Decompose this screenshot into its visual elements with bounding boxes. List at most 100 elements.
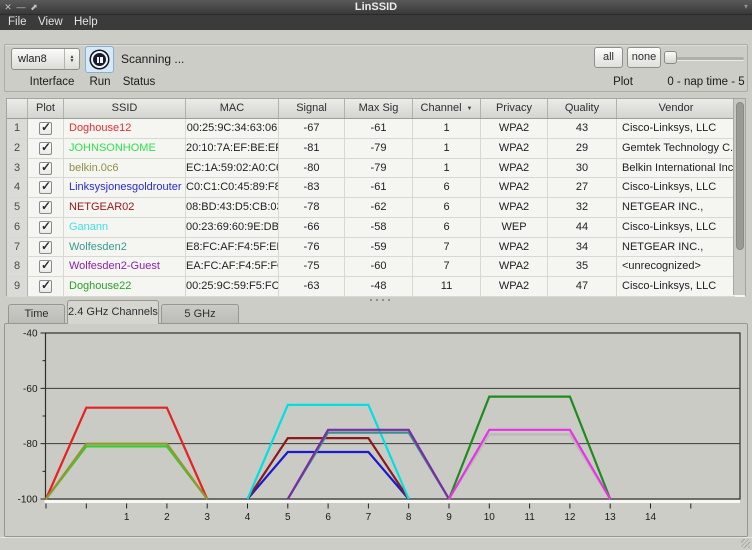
naptime-slider-handle[interactable] bbox=[664, 51, 677, 64]
splitter-grip-icon bbox=[370, 299, 390, 301]
cell-maxsig: -59 bbox=[345, 238, 413, 258]
menu-file[interactable]: File bbox=[4, 15, 31, 30]
menu-view[interactable]: View bbox=[34, 15, 67, 30]
cell-channel: 7 bbox=[413, 238, 481, 258]
row-number: 4 bbox=[7, 178, 28, 198]
cell-mac: 20:10:7A:EF:BE:EF bbox=[186, 139, 279, 159]
table-row[interactable]: 9Doghouse2200:25:9C:59:F5:FC-63-4811WPA2… bbox=[7, 277, 745, 297]
cell-privacy: WPA2 bbox=[481, 178, 548, 198]
header-vendor[interactable]: Vendor bbox=[617, 99, 735, 118]
cell-privacy: WPA2 bbox=[481, 257, 548, 277]
plot-checkbox[interactable] bbox=[39, 241, 52, 254]
cell-quality: 43 bbox=[548, 119, 617, 139]
cell-ssid: Linksysjonesgoldrouter bbox=[64, 178, 186, 198]
cell-ssid: Wolfesden2-Guest bbox=[64, 257, 186, 277]
status-strip bbox=[0, 537, 752, 550]
table-row[interactable]: 3belkin.0c6EC:1A:59:02:A0:C6-80-791WPA23… bbox=[7, 159, 745, 179]
cell-mac: E8:FC:AF:F4:5F:EF bbox=[186, 238, 279, 258]
plot-all-button[interactable]: all bbox=[594, 47, 623, 68]
plot-checkbox[interactable] bbox=[39, 181, 52, 194]
app-window: ✕ — ⬈ LinSSID ▾ File View Help wlan8 ▲ ▼… bbox=[0, 0, 752, 550]
row-number: 8 bbox=[7, 257, 28, 277]
table-row[interactable]: 8Wolfesden2-GuestEA:FC:AF:F4:5F:F0-75-60… bbox=[7, 257, 745, 277]
plot-checkbox[interactable] bbox=[39, 201, 52, 214]
spinner-arrows-icon[interactable]: ▲ ▼ bbox=[64, 49, 79, 69]
plot-checkbox[interactable] bbox=[39, 260, 52, 273]
cell-quality: 47 bbox=[548, 277, 617, 297]
run-button[interactable] bbox=[85, 46, 114, 73]
row-number: 7 bbox=[7, 238, 28, 258]
header-maxsig[interactable]: Max Sig bbox=[345, 99, 413, 118]
cell-channel: 6 bbox=[413, 198, 481, 218]
resize-grip-icon[interactable] bbox=[741, 539, 750, 548]
cell-plot[interactable] bbox=[28, 218, 64, 238]
cell-plot[interactable] bbox=[28, 198, 64, 218]
header-rownum bbox=[7, 99, 28, 118]
table-row[interactable]: 5NETGEAR0208:BD:43:D5:CB:03-78-626WPA232… bbox=[7, 198, 745, 218]
tab-5ghz-channels[interactable]: 5 GHz Channels bbox=[161, 304, 239, 324]
table-row[interactable]: 2JOHNSONHOME20:10:7A:EF:BE:EF-81-791WPA2… bbox=[7, 139, 745, 159]
cell-ssid: Doghouse12 bbox=[64, 119, 186, 139]
row-number: 2 bbox=[7, 139, 28, 159]
cell-ssid: Wolfesden2 bbox=[64, 238, 186, 258]
tab-24ghz-channels[interactable]: 2.4 GHz Channels bbox=[67, 300, 159, 324]
cell-signal: -75 bbox=[279, 257, 345, 277]
window-title: LinSSID bbox=[0, 1, 752, 13]
cell-quality: 29 bbox=[548, 139, 617, 159]
spin-down-icon[interactable]: ▼ bbox=[70, 59, 75, 63]
cell-channel: 1 bbox=[413, 139, 481, 159]
cell-vendor: Cisco-Linksys, LLC bbox=[617, 178, 735, 198]
pause-icon bbox=[91, 51, 108, 68]
cell-ssid: JOHNSONHOME bbox=[64, 139, 186, 159]
cell-maxsig: -61 bbox=[345, 119, 413, 139]
chevron-down-icon[interactable]: ▾ bbox=[744, 2, 748, 11]
header-ssid[interactable]: SSID bbox=[64, 99, 186, 118]
plot-checkbox[interactable] bbox=[39, 142, 52, 155]
header-plot[interactable]: Plot bbox=[28, 99, 64, 118]
cell-mac: 00:25:9C:34:63:06 bbox=[186, 119, 279, 139]
cell-channel: 6 bbox=[413, 178, 481, 198]
plot-checkbox[interactable] bbox=[39, 280, 52, 293]
cell-channel: 1 bbox=[413, 119, 481, 139]
header-quality[interactable]: Quality bbox=[548, 99, 617, 118]
header-mac[interactable]: MAC bbox=[186, 99, 279, 118]
table-row[interactable]: 6Ganann00:23:69:60:9E:DB-66-586WEP44Cisc… bbox=[7, 218, 745, 238]
interface-select[interactable]: wlan8 ▲ ▼ bbox=[11, 48, 80, 70]
menu-help[interactable]: Help bbox=[70, 15, 102, 30]
plot-checkbox[interactable] bbox=[39, 162, 52, 175]
table-scrollbar[interactable] bbox=[733, 99, 745, 295]
header-privacy[interactable]: Privacy bbox=[481, 99, 548, 118]
plot-checkbox[interactable] bbox=[39, 122, 52, 135]
sort-desc-icon: ▼ bbox=[467, 106, 473, 112]
cell-plot[interactable] bbox=[28, 178, 64, 198]
interface-label: Interface bbox=[23, 76, 81, 88]
cell-mac: 00:23:69:60:9E:DB bbox=[186, 218, 279, 238]
cell-plot[interactable] bbox=[28, 257, 64, 277]
cell-mac: C0:C1:C0:45:89:F8 bbox=[186, 178, 279, 198]
table-row[interactable]: 7Wolfesden2E8:FC:AF:F4:5F:EF-76-597WPA23… bbox=[7, 238, 745, 258]
plot-label: Plot bbox=[603, 76, 643, 88]
cell-plot[interactable] bbox=[28, 139, 64, 159]
plot-checkbox[interactable] bbox=[39, 221, 52, 234]
cell-maxsig: -58 bbox=[345, 218, 413, 238]
cell-plot[interactable] bbox=[28, 119, 64, 139]
cell-plot[interactable] bbox=[28, 277, 64, 297]
cell-quality: 30 bbox=[548, 159, 617, 179]
title-bar[interactable]: ✕ — ⬈ LinSSID ▾ bbox=[0, 0, 752, 15]
cell-ssid: Doghouse22 bbox=[64, 277, 186, 297]
cell-signal: -81 bbox=[279, 139, 345, 159]
header-signal[interactable]: Signal bbox=[279, 99, 345, 118]
table-scrollbar-thumb[interactable] bbox=[736, 102, 744, 250]
plot-none-button[interactable]: none bbox=[627, 47, 661, 68]
tab-time-graph[interactable]: Time Graph bbox=[8, 304, 65, 324]
cell-quality: 44 bbox=[548, 218, 617, 238]
cell-vendor: Gemtek Technology C... bbox=[617, 139, 735, 159]
cell-maxsig: -79 bbox=[345, 159, 413, 179]
table-row[interactable]: 1Doghouse1200:25:9C:34:63:06-67-611WPA24… bbox=[7, 119, 745, 139]
cell-channel: 1 bbox=[413, 159, 481, 179]
cell-plot[interactable] bbox=[28, 238, 64, 258]
table-row[interactable]: 4 LinksysjonesgoldrouterC0:C1:C0:45:89:F8… bbox=[7, 178, 745, 198]
cell-plot[interactable] bbox=[28, 159, 64, 179]
cell-mac: 00:25:9C:59:F5:FC bbox=[186, 277, 279, 297]
header-channel[interactable]: Channel▼ bbox=[413, 99, 481, 118]
